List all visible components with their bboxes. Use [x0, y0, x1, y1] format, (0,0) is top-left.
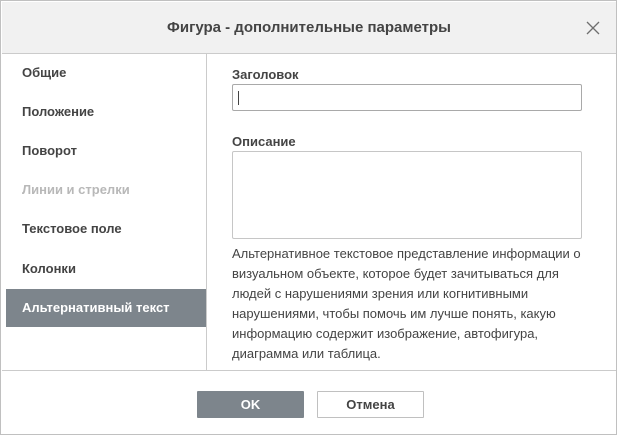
sidebar-item-alt-text[interactable]: Альтернативный текст	[6, 289, 206, 327]
text-caret	[238, 91, 239, 105]
ok-button[interactable]: OK	[197, 391, 304, 418]
dialog-titlebar: Фигура - дополнительные параметры	[2, 2, 616, 54]
sidebar: Общие Положение Поворот Линии и стрелки …	[6, 54, 207, 370]
sidebar-item-lines-arrows: Линии и стрелки	[22, 182, 130, 197]
close-icon[interactable]	[584, 19, 602, 37]
title-input[interactable]	[232, 84, 582, 111]
sidebar-item-position[interactable]: Положение	[6, 93, 206, 131]
sidebar-item-general[interactable]: Общие	[6, 54, 206, 92]
cancel-button[interactable]: Отмена	[317, 391, 424, 418]
description-label: Описание	[232, 134, 296, 149]
dialog: Фигура - дополнительные параметры Общие …	[0, 0, 617, 435]
title-label: Заголовок	[232, 67, 299, 82]
sidebar-item-rotation[interactable]: Поворот	[6, 132, 206, 170]
sidebar-item-text-box[interactable]: Текстовое поле	[6, 210, 206, 248]
description-textarea[interactable]	[232, 151, 582, 239]
help-text: Альтернативное текстовое представление и…	[232, 246, 581, 361]
sidebar-item-columns[interactable]: Колонки	[6, 250, 206, 288]
alt-text-panel: Заголовок Описание Альтернативное тексто…	[232, 54, 592, 370]
dialog-footer: OK Отмена	[2, 370, 616, 434]
dialog-title: Фигура - дополнительные параметры	[167, 19, 451, 36]
